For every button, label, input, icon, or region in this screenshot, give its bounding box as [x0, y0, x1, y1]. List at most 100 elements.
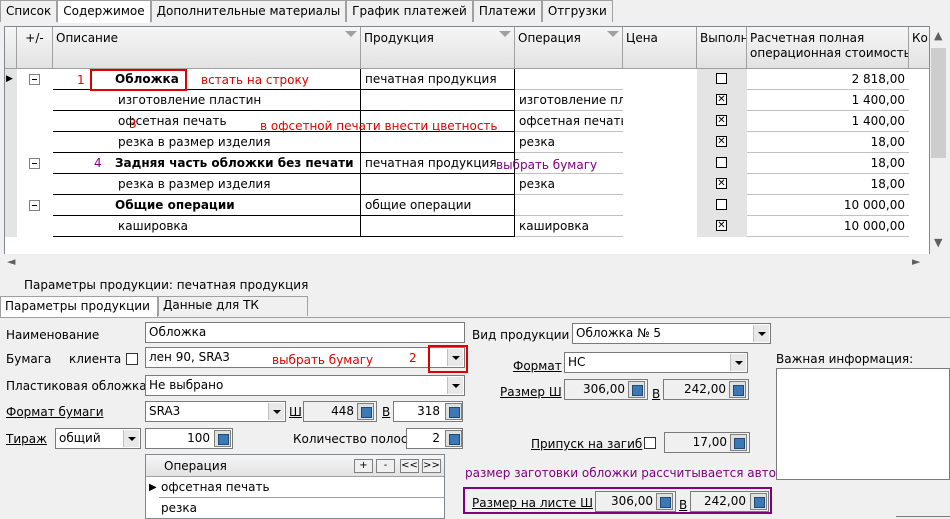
collapse-icon[interactable]	[29, 158, 40, 169]
operations-subgrid[interactable]: Операция + - << >> ▶ офсетная печать рез…	[145, 454, 445, 519]
cell-product[interactable]: печатная продукция	[361, 153, 515, 174]
table-row[interactable]: Задняя часть обложки без печати печатная …	[5, 153, 929, 174]
checkbox-icon[interactable]	[716, 199, 727, 210]
calculator-icon[interactable]	[445, 403, 462, 420]
cell-description[interactable]: Общие операции	[53, 195, 361, 216]
chevron-down-icon[interactable]	[123, 430, 139, 447]
cell-operation[interactable]: кашировка	[515, 216, 623, 237]
grid-vertical-scrollbar[interactable]: ▲ ▼	[930, 26, 947, 254]
operation-row[interactable]: резка	[159, 499, 444, 519]
operation-row[interactable]: офсетная печать	[159, 478, 444, 498]
cell-price[interactable]	[623, 174, 697, 195]
format-select[interactable]: НС	[564, 352, 748, 373]
cell-cost[interactable]: 1 400,00	[747, 90, 909, 111]
paper-format-label[interactable]: Формат бумаги	[6, 405, 104, 419]
cell-operation[interactable]	[515, 69, 623, 90]
cell-operation[interactable]	[515, 195, 623, 216]
header-price[interactable]: Цена	[623, 27, 697, 69]
expand-cell[interactable]	[17, 174, 53, 195]
cell-price[interactable]	[623, 69, 697, 90]
height-label[interactable]: В	[382, 405, 390, 419]
size-width-label[interactable]: Размер Ш	[500, 385, 562, 399]
cell-price[interactable]	[623, 153, 697, 174]
cell-done[interactable]: ✕	[697, 111, 747, 132]
calculator-icon[interactable]	[445, 430, 462, 447]
checkbox-icon[interactable]	[716, 157, 727, 168]
expand-cell[interactable]	[17, 132, 53, 153]
table-row[interactable]: резка в размер изделия резка ✕ 18,00	[5, 174, 929, 195]
cell-product[interactable]: общие операции	[361, 195, 515, 216]
cell-product[interactable]: печатная продукция	[361, 69, 515, 90]
scroll-right-icon[interactable]: ►	[912, 255, 920, 268]
cell-price[interactable]	[623, 90, 697, 111]
remove-operation-button[interactable]: -	[376, 459, 395, 473]
cell-cost[interactable]: 18,00	[747, 153, 909, 174]
cell-description[interactable]: резка в размер изделия	[53, 174, 361, 195]
tab-5[interactable]: Отгрузки	[541, 0, 613, 22]
chevron-down-icon[interactable]	[730, 354, 746, 371]
fold-allowance-label[interactable]: Припуск на загиб	[531, 437, 642, 451]
run-type-select[interactable]: общий	[55, 428, 141, 449]
cell-operation[interactable]: резка	[515, 132, 623, 153]
scroll-up-icon[interactable]: ▲	[934, 29, 942, 42]
calculator-icon[interactable]	[730, 434, 747, 451]
paper-format-select[interactable]: SRA3	[145, 401, 286, 422]
cell-extra[interactable]	[909, 69, 929, 90]
cell-operation[interactable]: изготовление плас	[515, 90, 623, 111]
width-label[interactable]: Ш	[289, 405, 302, 419]
collapse-icon[interactable]	[29, 74, 40, 85]
calculator-icon[interactable]	[214, 430, 231, 447]
tab-4[interactable]: Платежи	[472, 0, 542, 22]
scroll-left-icon[interactable]: ◄	[7, 255, 15, 268]
cell-product[interactable]	[361, 90, 515, 111]
cell-price[interactable]	[623, 111, 697, 132]
cell-product[interactable]	[361, 174, 515, 195]
scroll-down-icon[interactable]: ▼	[934, 236, 942, 249]
calculator-icon[interactable]	[656, 493, 673, 510]
header-product[interactable]: Продукция	[361, 27, 515, 69]
cell-cost[interactable]: 1 400,00	[747, 111, 909, 132]
tab-product-params[interactable]: Параметры продукции	[0, 296, 158, 318]
prev-operation-button[interactable]: <<	[400, 459, 419, 473]
header-cost[interactable]: Расчетная полная операционная стоимость	[747, 27, 909, 69]
cell-extra[interactable]	[909, 195, 929, 216]
tab-tk-data[interactable]: Данные для ТК	[158, 296, 308, 316]
run-label[interactable]: Тираж	[6, 432, 47, 446]
cell-cost[interactable]: 2 818,00	[747, 69, 909, 90]
cell-description[interactable]: кашировка	[53, 216, 361, 237]
expand-cell[interactable]	[17, 90, 53, 111]
cell-product[interactable]	[361, 216, 515, 237]
expand-cell[interactable]	[17, 153, 53, 174]
cell-extra[interactable]	[909, 174, 929, 195]
cell-operation[interactable]: офсетная печать	[515, 111, 623, 132]
calculator-icon[interactable]	[357, 403, 374, 420]
table-row[interactable]: Общие операции общие операции 10 000,00	[5, 195, 929, 216]
cell-done[interactable]: ✕	[697, 216, 747, 237]
cell-done[interactable]: ✕	[697, 132, 747, 153]
checked-checkbox-icon[interactable]: ✕	[716, 220, 727, 231]
header-description[interactable]: Описание	[53, 27, 361, 69]
cell-done[interactable]	[697, 153, 747, 174]
cell-cost[interactable]: 10 000,00	[747, 216, 909, 237]
header-extra[interactable]: Ко	[909, 27, 929, 69]
cell-cost[interactable]: 18,00	[747, 132, 909, 153]
cell-cost[interactable]: 18,00	[747, 174, 909, 195]
name-field[interactable]: Обложка	[145, 322, 465, 343]
chevron-down-icon[interactable]	[268, 403, 284, 420]
chevron-down-icon[interactable]	[447, 377, 463, 394]
collapse-icon[interactable]	[29, 200, 40, 211]
expand-cell[interactable]	[17, 195, 53, 216]
fold-allowance-checkbox[interactable]	[644, 437, 656, 449]
scroll-thumb[interactable]	[931, 48, 946, 158]
tab-1[interactable]: Содержимое	[57, 0, 151, 23]
header-operation[interactable]: Операция	[515, 27, 623, 69]
cell-extra[interactable]	[909, 153, 929, 174]
product-kind-select[interactable]: Обложка № 5	[572, 323, 771, 344]
cell-extra[interactable]	[909, 132, 929, 153]
cell-description[interactable]: резка в размер изделия	[53, 132, 361, 153]
chevron-down-icon[interactable]	[753, 325, 769, 342]
cell-price[interactable]	[623, 195, 697, 216]
cell-extra[interactable]	[909, 90, 929, 111]
size-height-label[interactable]: В	[652, 387, 660, 401]
important-info-textarea[interactable]	[776, 368, 950, 480]
